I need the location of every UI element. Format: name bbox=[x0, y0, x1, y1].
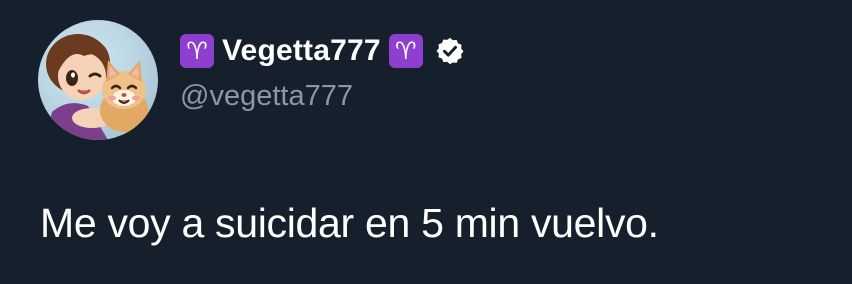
author-header: ♈ Vegetta777 ♈ bbox=[180, 31, 465, 71]
avatar[interactable] bbox=[38, 20, 158, 140]
display-name[interactable]: Vegetta777 bbox=[222, 31, 381, 71]
tweet-text: Me voy a suicidar en 5 min vuelvo. bbox=[40, 200, 659, 246]
verified-badge-icon bbox=[436, 37, 464, 65]
aries-icon: ♈ bbox=[180, 34, 214, 68]
aries-icon: ♈ bbox=[388, 34, 423, 68]
avatar-image bbox=[46, 34, 148, 140]
tweet-card: ♈ Vegetta777 ♈ @vegetta777 Me voy a suic… bbox=[0, 0, 852, 284]
user-handle[interactable]: @vegetta777 bbox=[180, 78, 353, 114]
